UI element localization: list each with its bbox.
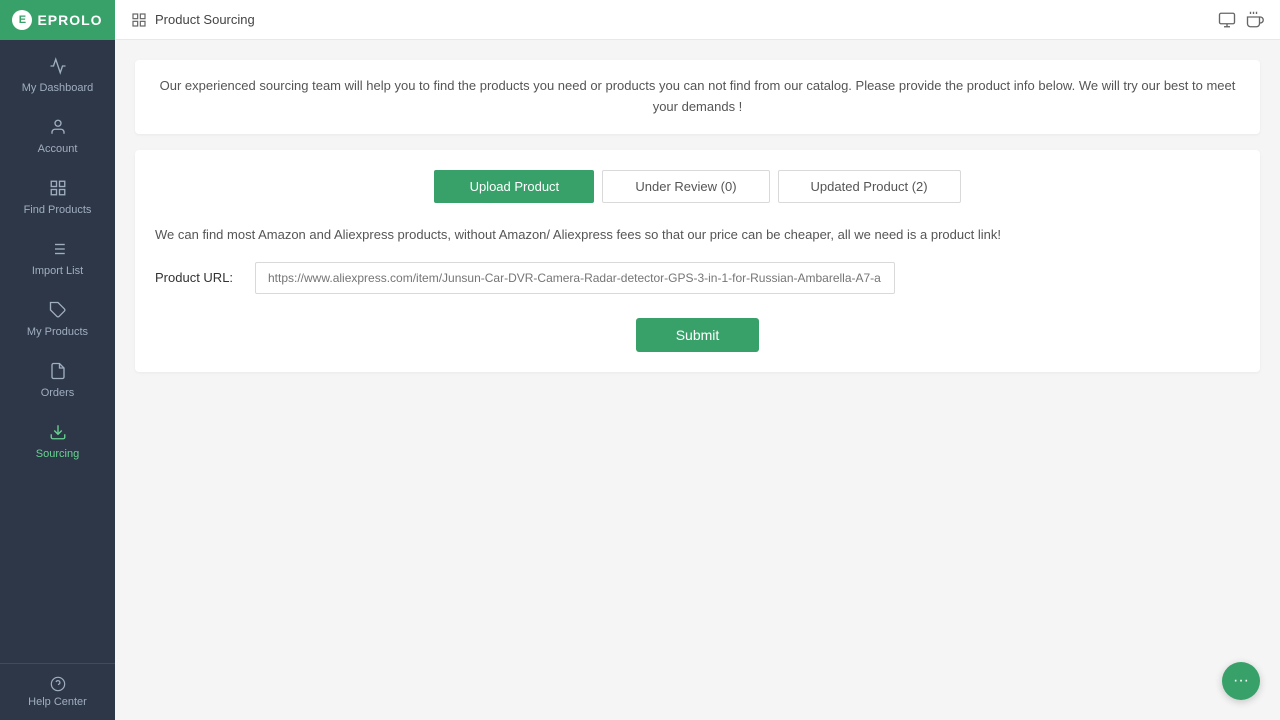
grid-page-icon	[131, 12, 147, 28]
sidebar-item-label: Import List	[32, 265, 83, 277]
logo-icon: E	[12, 10, 32, 30]
logo: E EPROLO	[0, 0, 115, 40]
logo-text: EPROLO	[37, 12, 102, 28]
sidebar-item-find-products[interactable]: Find Products	[0, 167, 115, 228]
sidebar-item-label: My Dashboard	[22, 82, 94, 94]
submit-row: Submit	[155, 318, 1240, 352]
sidebar-item-import-list[interactable]: Import List	[0, 228, 115, 289]
sidebar-item-sourcing[interactable]: Sourcing	[0, 411, 115, 472]
file-icon	[49, 362, 67, 383]
screen-icon[interactable]	[1218, 11, 1236, 29]
tab-upload-product[interactable]: Upload Product	[434, 170, 594, 203]
product-url-label: Product URL:	[155, 270, 255, 285]
sidebar-item-label: My Products	[27, 326, 88, 338]
sidebar-item-account[interactable]: Account	[0, 106, 115, 167]
sidebar: E EPROLO My Dashboard Account Find Produ…	[0, 0, 115, 720]
sidebar-item-label: Sourcing	[36, 448, 79, 460]
topbar-title: Product Sourcing	[155, 12, 255, 27]
banner-text: Our experienced sourcing team will help …	[160, 78, 1236, 114]
tabs-row: Upload Product Under Review (0) Updated …	[155, 170, 1240, 203]
user-icon	[49, 118, 67, 139]
tab-updated-product[interactable]: Updated Product (2)	[778, 170, 961, 203]
tab-under-review[interactable]: Under Review (0)	[602, 170, 769, 203]
tabs-card: Upload Product Under Review (0) Updated …	[135, 150, 1260, 372]
content-area: Our experienced sourcing team will help …	[115, 40, 1280, 720]
sidebar-help[interactable]: Help Center	[0, 663, 115, 720]
main-content: Product Sourcing Our experienced sourcin…	[115, 0, 1280, 720]
product-url-row: Product URL:	[155, 262, 1240, 294]
chat-icon: ···	[1233, 672, 1249, 690]
chat-bubble[interactable]: ···	[1222, 662, 1260, 700]
download-icon	[49, 423, 67, 444]
sidebar-item-label: Orders	[41, 387, 75, 399]
topbar-right	[1218, 11, 1264, 29]
list-icon	[49, 240, 67, 261]
sidebar-item-my-products[interactable]: My Products	[0, 289, 115, 350]
tag-icon	[49, 301, 67, 322]
topbar-left: Product Sourcing	[131, 12, 255, 28]
submit-button[interactable]: Submit	[636, 318, 760, 352]
sidebar-item-dashboard[interactable]: My Dashboard	[0, 45, 115, 106]
sidebar-item-label: Find Products	[24, 204, 92, 216]
logo-letter: E	[19, 14, 26, 26]
chart-icon	[49, 57, 67, 78]
topbar: Product Sourcing	[115, 0, 1280, 40]
sidebar-item-label: Account	[38, 143, 78, 155]
sidebar-item-orders[interactable]: Orders	[0, 350, 115, 411]
product-url-input[interactable]	[255, 262, 895, 294]
share-icon[interactable]	[1246, 11, 1264, 29]
info-banner: Our experienced sourcing team will help …	[135, 60, 1260, 134]
sidebar-nav: My Dashboard Account Find Products Impor…	[0, 40, 115, 663]
description-text: We can find most Amazon and Aliexpress p…	[155, 227, 1240, 242]
grid-icon	[49, 179, 67, 200]
help-label: Help Center	[28, 696, 87, 708]
